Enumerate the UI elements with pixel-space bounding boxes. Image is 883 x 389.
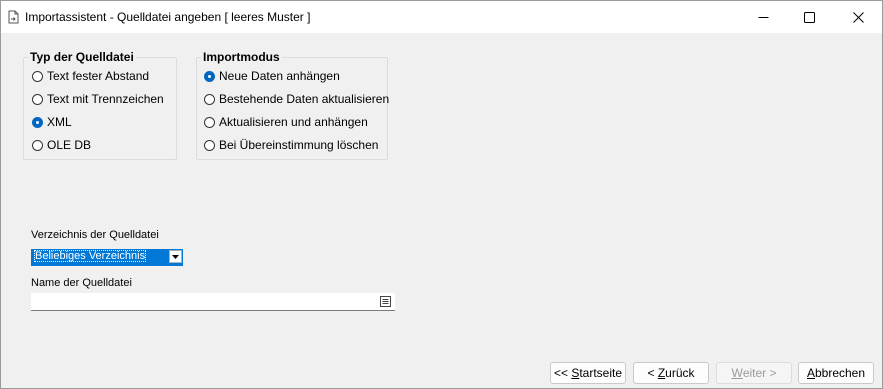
back-button-rest: urück (665, 366, 695, 380)
cancel-button-hotkey: A (806, 366, 815, 380)
radio-label: OLE DB (47, 138, 92, 152)
cancel-button-rest: bbrechen (814, 366, 866, 380)
start-button-prefix: << (553, 366, 572, 380)
radio-button[interactable] (204, 116, 215, 128)
source-dir-selected-value: Beliebiges Verzeichnis (34, 250, 147, 262)
radio-delete-on-match[interactable]: Bei Übereinstimmung löschen (204, 137, 378, 153)
window-title: Importassistent - Quelldatei angeben [ l… (25, 10, 311, 24)
radio-button[interactable] (204, 93, 215, 105)
radio-label: Text fester Abstand (47, 69, 150, 83)
radio-label: Aktualisieren und anhängen (219, 115, 368, 129)
next-button-hotkey: W (731, 366, 743, 380)
start-page-button[interactable]: << Startseite (550, 362, 626, 384)
next-button-rest: eiter > (742, 366, 777, 380)
chevron-down-icon[interactable] (169, 250, 182, 263)
title-bar[interactable]: Importassistent - Quelldatei angeben [ l… (1, 1, 882, 33)
radio-label: Bestehende Daten aktualisieren (219, 92, 390, 106)
radio-update-and-append[interactable]: Aktualisieren und anhängen (204, 114, 368, 130)
radio-button[interactable] (204, 139, 215, 151)
list-browse-icon[interactable] (379, 295, 392, 308)
radio-button[interactable] (32, 93, 43, 105)
radio-button-checked[interactable] (32, 116, 43, 128)
import-wizard-window: Importassistent - Quelldatei angeben [ l… (0, 0, 883, 389)
radio-button[interactable] (32, 139, 43, 151)
radio-text-delimiter[interactable]: Text mit Trennzeichen (32, 91, 164, 107)
maximize-icon (803, 11, 815, 23)
start-button-hotkey: S (571, 366, 580, 380)
source-type-legend: Typ der Quelldatei (30, 50, 134, 64)
back-button-hotkey: Z (657, 366, 666, 380)
close-icon (852, 11, 864, 23)
radio-xml[interactable]: XML (32, 114, 72, 130)
radio-label: Neue Daten anhängen (219, 69, 340, 83)
start-button-rest: tartseite (579, 366, 623, 380)
radio-label: XML (47, 115, 72, 129)
radio-button-checked[interactable] (204, 70, 215, 82)
maximize-button[interactable] (786, 1, 832, 33)
minimize-icon (758, 12, 769, 23)
radio-label: Text mit Trennzeichen (47, 92, 164, 106)
radio-append-new[interactable]: Neue Daten anhängen (204, 68, 340, 84)
radio-ole-db[interactable]: OLE DB (32, 137, 91, 153)
radio-text-fixed-width[interactable]: Text fester Abstand (32, 68, 149, 84)
source-name-label: Name der Quelldatei (31, 277, 132, 289)
close-button[interactable] (835, 1, 881, 33)
document-import-icon (7, 10, 21, 24)
source-name-input[interactable] (31, 293, 395, 311)
back-button[interactable]: < Zurück (633, 362, 709, 384)
cancel-button[interactable]: Abbrechen (798, 362, 874, 384)
radio-update-existing[interactable]: Bestehende Daten aktualisieren (204, 91, 389, 107)
source-dir-select[interactable]: Beliebiges Verzeichnis (31, 249, 183, 266)
radio-button[interactable] (32, 70, 43, 82)
next-button[interactable]: Weiter > (716, 362, 792, 384)
minimize-button[interactable] (740, 1, 786, 33)
back-button-prefix: < (647, 366, 658, 380)
source-dir-label: Verzeichnis der Quelldatei (31, 229, 159, 241)
radio-label: Bei Übereinstimmung löschen (219, 138, 379, 152)
import-mode-legend: Importmodus (203, 50, 280, 64)
